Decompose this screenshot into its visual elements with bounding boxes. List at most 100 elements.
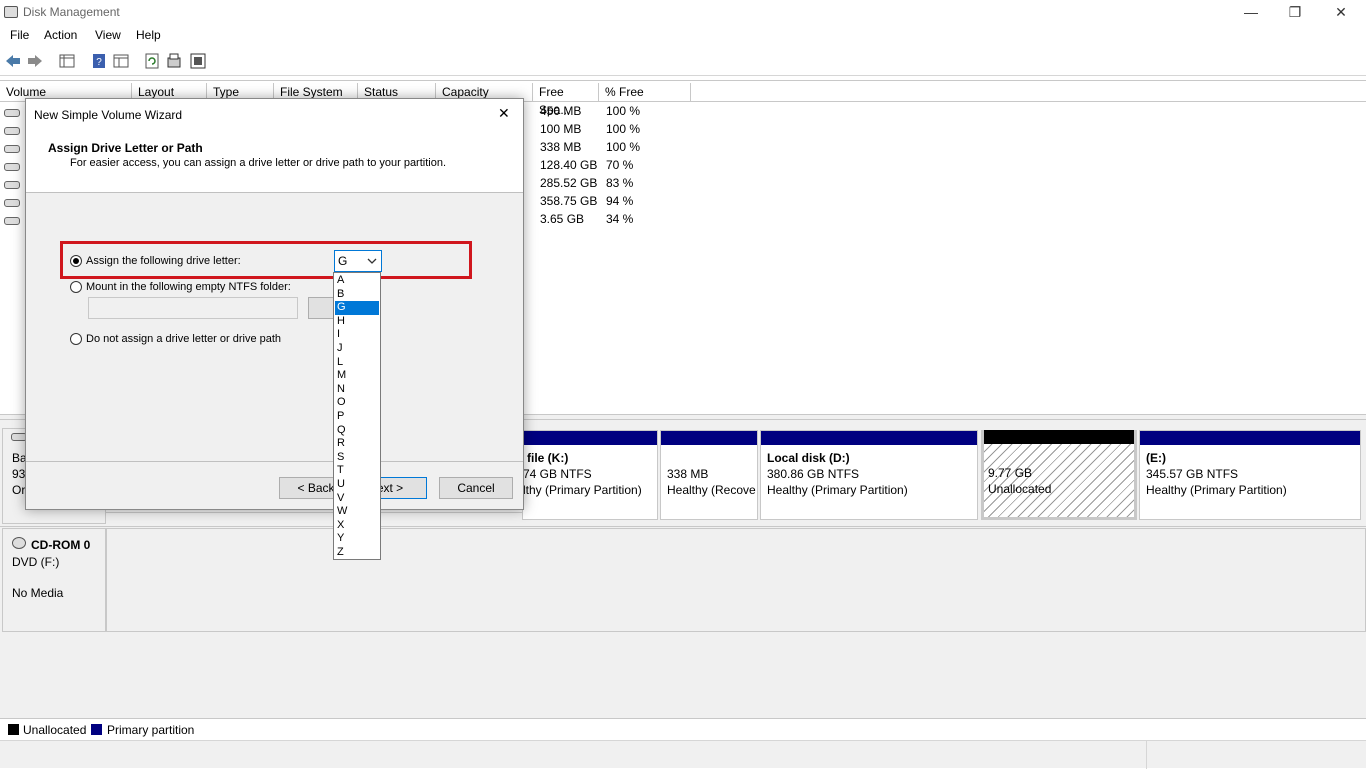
- row-percent-free: 83 %: [606, 176, 634, 190]
- wizard-header: New Simple Volume Wizard ✕ Assign Drive …: [26, 99, 523, 193]
- partition-name: (E:): [1146, 451, 1166, 465]
- cdrom-type: DVD (F:): [12, 555, 60, 569]
- no-letter-radio[interactable]: [70, 333, 82, 345]
- wizard-dialog: New Simple Volume Wizard ✕ Assign Drive …: [25, 98, 524, 510]
- partition-color-bar: [523, 431, 657, 445]
- partition-color-bar: [661, 431, 757, 445]
- partition-status: Healthy (Primary Partition): [767, 483, 908, 497]
- back-arrow-icon[interactable]: [4, 52, 22, 70]
- column-percent-free[interactable]: % Free: [599, 83, 691, 101]
- menu-bar: File Action View Help: [0, 26, 1366, 46]
- dialog-close-button[interactable]: ✕: [498, 105, 510, 122]
- partition-strip: [106, 512, 522, 524]
- primary-swatch: [91, 724, 102, 735]
- no-letter-label: Do not assign a drive letter or drive pa…: [86, 333, 282, 345]
- cdrom-icon: [12, 537, 26, 549]
- drive-icon: [4, 127, 20, 135]
- menu-view[interactable]: View: [95, 28, 121, 42]
- title-bar: Disk Management — ❐ ✕: [0, 0, 1366, 26]
- drive-letter-option[interactable]: Q: [335, 424, 379, 438]
- toolbar: ?: [0, 48, 1366, 76]
- drive-icon: [4, 181, 20, 189]
- close-button[interactable]: ✕: [1318, 0, 1364, 26]
- drive-letter-option[interactable]: L: [335, 356, 379, 370]
- minimize-button[interactable]: —: [1228, 0, 1274, 26]
- drive-letter-option[interactable]: J: [335, 342, 379, 356]
- drive-icon: [4, 199, 20, 207]
- row-free-space: 100 MB: [540, 122, 582, 136]
- assign-letter-label: Assign the following drive letter:: [86, 255, 241, 267]
- partition-name: Local disk (D:): [767, 451, 850, 465]
- partition-name: file (K:): [527, 451, 569, 465]
- console-tree-icon[interactable]: [58, 52, 76, 70]
- row-percent-free: 94 %: [606, 194, 634, 208]
- partition-status: Healthy (Recove: [667, 483, 756, 497]
- drive-letter-option[interactable]: B: [335, 288, 379, 302]
- help-icon[interactable]: ?: [90, 52, 108, 70]
- drive-letter-option[interactable]: S: [335, 451, 379, 465]
- drive-letter-option[interactable]: P: [335, 410, 379, 424]
- drive-letter-option[interactable]: I: [335, 328, 379, 342]
- drive-letter-option[interactable]: Y: [335, 532, 379, 546]
- wizard-heading: Assign Drive Letter or Path: [48, 141, 203, 155]
- partition-size: 345.57 GB NTFS: [1146, 467, 1239, 481]
- properties-icon[interactable]: [112, 52, 130, 70]
- row-free-space: 128.40 GB: [540, 158, 598, 172]
- drive-letter-option[interactable]: N: [335, 383, 379, 397]
- drive-letter-option[interactable]: Z: [335, 546, 379, 560]
- partition-unallocated[interactable]: 9.77 GB Unallocated: [981, 430, 1137, 520]
- drive-icon: [4, 163, 20, 171]
- partition-e[interactable]: (E:) 345.57 GB NTFS Healthy (Primary Par…: [1139, 430, 1361, 520]
- cdrom-media: No Media: [12, 586, 64, 600]
- restore-button[interactable]: ❐: [1272, 0, 1318, 26]
- partition-size: 74 GB NTFS: [523, 467, 592, 481]
- disk-0-status: Or: [12, 483, 26, 497]
- partition-color-bar: [984, 430, 1134, 444]
- drive-letter-option[interactable]: O: [335, 396, 379, 410]
- row-percent-free: 70 %: [606, 158, 634, 172]
- cdrom-0-info[interactable]: CD-ROM 0 DVD (F:) No Media: [2, 528, 106, 632]
- menu-file[interactable]: File: [10, 28, 29, 42]
- drive-letter-option[interactable]: M: [335, 369, 379, 383]
- forward-arrow-icon[interactable]: [26, 52, 44, 70]
- drive-icon: [4, 145, 20, 153]
- menu-help[interactable]: Help: [136, 28, 161, 42]
- chevron-down-icon: [367, 258, 377, 264]
- partition-d[interactable]: Local disk (D:) 380.86 GB NTFS Healthy (…: [760, 430, 978, 520]
- drive-letter-option[interactable]: H: [335, 315, 379, 329]
- drive-letter-option[interactable]: V: [335, 492, 379, 506]
- drive-letter-option[interactable]: W: [335, 505, 379, 519]
- column-free-space[interactable]: Free Spa...: [533, 83, 599, 117]
- app-icon: [4, 6, 18, 18]
- drive-letter-option[interactable]: A: [335, 274, 379, 288]
- mount-folder-radio[interactable]: [70, 281, 82, 293]
- status-bar: [0, 740, 1366, 769]
- partition-status: Healthy (Primary Partition): [1146, 483, 1287, 497]
- drive-letter-option[interactable]: G: [335, 301, 379, 315]
- rescan-disks-icon[interactable]: [165, 52, 183, 70]
- mount-folder-label: Mount in the following empty NTFS folder…: [86, 281, 291, 293]
- cdrom-area: [106, 528, 1366, 632]
- drive-letter-dropdown-list: ABGHIJLMNOPQRSTUVWXYZ: [333, 272, 381, 560]
- cdrom-name: CD-ROM 0: [31, 538, 91, 552]
- window-title: Disk Management: [23, 5, 120, 19]
- drive-letter-option[interactable]: T: [335, 464, 379, 478]
- partition-status: lthy (Primary Partition): [523, 483, 642, 497]
- partition-size: 9.77 GB: [988, 466, 1033, 480]
- settings-icon[interactable]: [189, 52, 207, 70]
- drive-letter-option[interactable]: U: [335, 478, 379, 492]
- partition-recovery[interactable]: 338 MB Healthy (Recove: [660, 430, 758, 520]
- legend-primary: Primary partition: [107, 723, 195, 737]
- refresh-icon[interactable]: [143, 52, 161, 70]
- drive-letter-option[interactable]: R: [335, 437, 379, 451]
- row-percent-free: 100 %: [606, 122, 641, 136]
- assign-letter-radio[interactable]: [70, 255, 82, 267]
- drive-letter-option[interactable]: X: [335, 519, 379, 533]
- selected-letter: G: [338, 254, 348, 268]
- folder-path-input[interactable]: [88, 297, 298, 319]
- menu-action[interactable]: Action: [44, 28, 77, 42]
- drive-letter-select[interactable]: G: [334, 250, 382, 272]
- partition-k[interactable]: file (K:) 74 GB NTFS lthy (Primary Parti…: [522, 430, 658, 520]
- cancel-button[interactable]: Cancel: [439, 477, 513, 499]
- partition-size: 338 MB: [667, 467, 709, 481]
